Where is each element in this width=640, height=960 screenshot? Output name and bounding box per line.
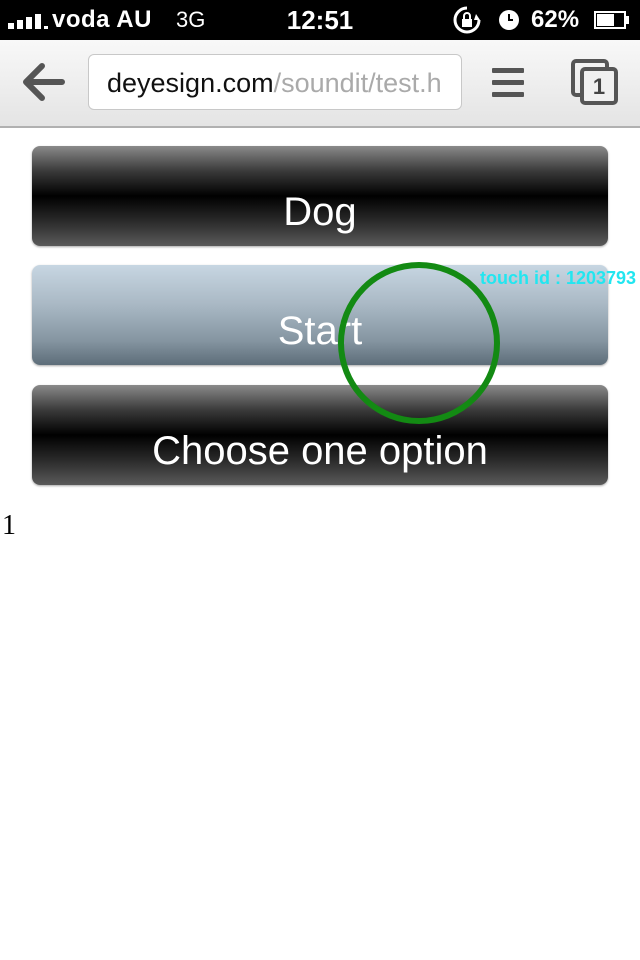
battery-icon (594, 11, 629, 29)
address-bar[interactable]: deyesign.com/soundit/test.h (88, 54, 462, 110)
choose-option-button-label: Choose one option (152, 429, 488, 473)
choose-option-button[interactable]: Choose one option (32, 385, 608, 485)
dog-button[interactable]: Dog (32, 146, 608, 246)
touch-id-label: touch id : 1203793 (480, 268, 637, 288)
browser-toolbar: deyesign.com/soundit/test.h 1 (0, 40, 640, 128)
menu-icon[interactable] (490, 64, 526, 102)
url-host: deyesign.com (107, 68, 274, 98)
alarm-icon (499, 10, 519, 30)
rotation-lock-icon (453, 6, 481, 34)
battery-percentage: 62% (531, 6, 580, 33)
url-path: /soundit/test.h (273, 68, 442, 98)
status-bar: voda AU 3G 12:51 62% (0, 0, 640, 40)
counter-text: 1 (2, 510, 16, 541)
tabs-button[interactable]: 1 (570, 58, 620, 106)
dog-button-label: Dog (283, 190, 357, 234)
tab-count: 1 (592, 74, 606, 99)
back-arrow-icon[interactable] (22, 62, 66, 102)
touch-indicator-circle (338, 262, 500, 424)
